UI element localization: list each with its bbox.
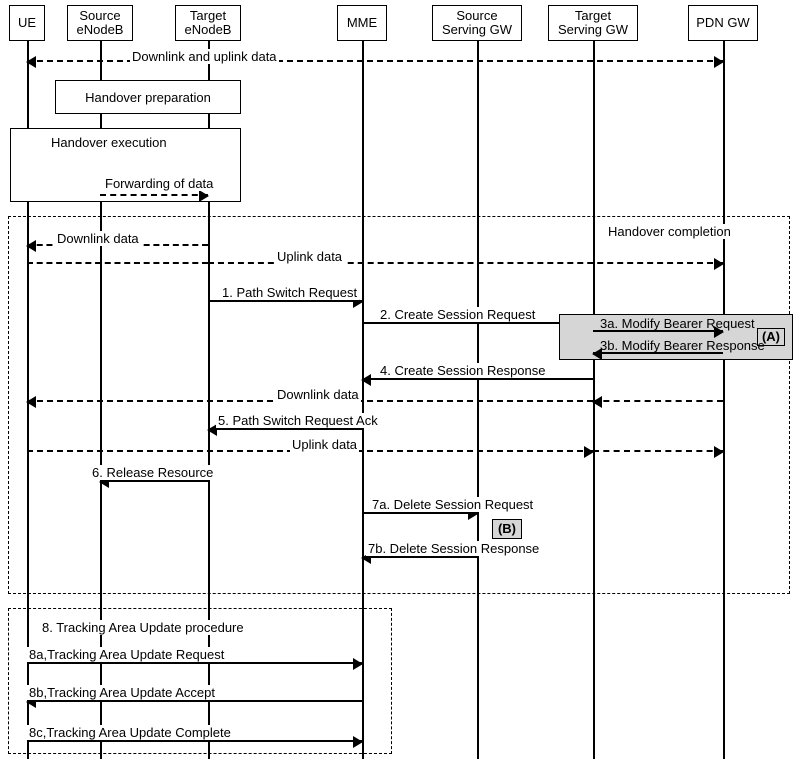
phase-completion-box [8,216,790,594]
arrowhead-left-icon [26,240,36,252]
phase-preparation: Handover preparation [55,80,241,114]
arrowhead-right-icon [353,736,363,748]
label-msg-4: 4. Create Session Response [378,363,547,378]
phase-completion-label: Handover completion [606,224,733,239]
label-msg-6: 6. Release Resource [90,465,215,480]
arrowhead-right-icon [714,56,724,68]
msg-8c [27,740,362,742]
flow-downlink-2b [593,400,723,402]
label-msg-3a: 3a. Modify Bearer Request [598,316,757,331]
node-mme-label: MME [347,16,377,30]
node-tgt-sgw-label: Target Serving GW [558,9,628,38]
msg-4 [362,378,593,380]
label-msg-8b: 8b,Tracking Area Update Accept [27,685,217,700]
msg-1 [208,300,362,302]
node-tgt-enb: Target eNodeB [175,5,241,41]
node-src-enb: Source eNodeB [67,5,133,41]
node-ue-label: UE [18,16,36,30]
arrowhead-left-icon [361,374,371,386]
msg-8a [27,662,362,664]
msg-7a [362,512,477,514]
msg-8b [27,700,362,702]
msg-7b [362,556,477,558]
node-tgt-enb-label: Target eNodeB [185,9,232,38]
label-downlink-2: Downlink data [275,387,361,402]
arrowhead-left-icon [592,396,602,408]
node-mme: MME [337,5,387,41]
msg-6 [100,480,208,482]
phase-preparation-label: Handover preparation [85,90,211,105]
marker-b-label: (B) [498,521,516,536]
arrowhead-left-icon [26,396,36,408]
node-ue: UE [9,5,45,41]
flow-uplink-2b [593,450,723,452]
arrowhead-right-icon [584,446,594,458]
label-msg-8c: 8c,Tracking Area Update Complete [27,725,233,740]
label-forwarding: Forwarding of data [103,176,215,191]
arrowhead-right-icon [199,190,209,202]
node-tgt-sgw: Target Serving GW [548,5,638,41]
label-msg-7b: 7b. Delete Session Response [366,541,541,556]
label-msg-8a: 8a,Tracking Area Update Request [27,647,226,662]
label-msg-8: 8. Tracking Area Update procedure [40,620,246,635]
phase-execution-label: Handover execution [51,135,167,150]
label-msg-2: 2. Create Session Request [378,307,537,322]
node-src-sgw: Source Serving GW [432,5,522,41]
label-uplink-2: Uplink data [290,437,359,452]
msg-5 [208,428,362,430]
node-pdn-gw: PDN GW [688,5,758,41]
arrowhead-right-icon [714,446,724,458]
node-src-sgw-label: Source Serving GW [442,9,512,38]
sequence-diagram: UE Source eNodeB Target eNodeB MME Sourc… [0,0,800,765]
label-downlink-1: Downlink data [55,231,141,246]
label-uplink-1: Uplink data [275,249,344,264]
node-src-enb-label: Source eNodeB [77,9,124,38]
label-msg-1: 1. Path Switch Request [220,285,359,300]
arrowhead-left-icon [26,56,36,68]
flow-uplink-1-left [27,262,208,264]
arrowhead-right-icon [353,658,363,670]
flow-forwarding [100,194,208,196]
label-dl-ul-top: Downlink and uplink data [130,49,279,64]
arrowhead-right-icon [714,258,724,270]
marker-b: (B) [492,519,522,539]
label-msg-3b: 3b. Modify Bearer Response [598,338,767,353]
label-msg-7a: 7a. Delete Session Request [370,497,535,512]
node-pdn-gw-label: PDN GW [696,16,749,30]
label-msg-5: 5. Path Switch Request Ack [216,413,380,428]
